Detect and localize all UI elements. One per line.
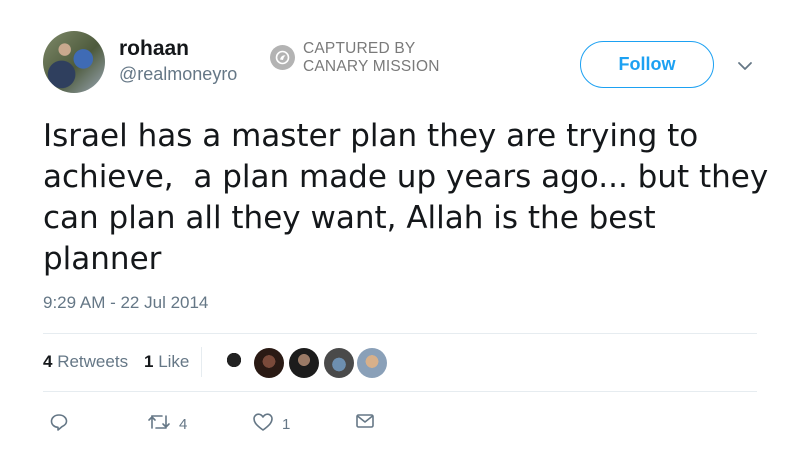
envelope-icon [355,412,375,434]
likes-count: 1 [144,352,154,371]
tweet-timestamp[interactable]: 9:29 AM - 22 Jul 2014 [43,293,208,313]
reply-action[interactable] [49,412,77,436]
like-action[interactable]: 1 [252,412,290,436]
retweet-icon [147,412,171,436]
user-handle[interactable]: @realmoneyro [119,64,237,85]
liker-avatar-3[interactable] [289,348,319,378]
tweet-text: Israel has a master plan they are trying… [43,118,769,277]
retweet-action[interactable]: 4 [147,412,187,436]
divider-top [43,333,757,334]
capture-stamp: CAPTURED BY CANARY MISSION [303,40,440,76]
stats-separator [201,347,202,377]
user-name[interactable]: rohaan [119,37,189,61]
stamp-line-2: CANARY MISSION [303,58,440,75]
canary-logo-icon [270,45,295,70]
retweets-label: Retweets [57,352,129,371]
like-count: 1 [282,415,291,433]
reply-icon [49,412,69,436]
likes-stat[interactable]: 1 Like [144,352,189,372]
divider-bottom [43,391,757,392]
retweet-count: 4 [179,415,188,433]
direct-message-action[interactable] [355,412,375,434]
retweets-count: 4 [43,352,53,371]
liker-avatar-5[interactable] [357,348,387,378]
chevron-down-icon[interactable] [737,56,753,75]
user-avatar[interactable] [43,31,105,93]
liker-avatar-1[interactable] [219,348,249,378]
retweets-stat[interactable]: 4 Retweets [43,352,128,372]
likes-label: Like [158,352,190,371]
liker-avatar-4[interactable] [324,348,354,378]
follow-button[interactable]: Follow [580,41,714,88]
liker-avatar-2[interactable] [254,348,284,378]
heart-icon [252,412,274,436]
stamp-line-1: CAPTURED BY [303,40,416,57]
